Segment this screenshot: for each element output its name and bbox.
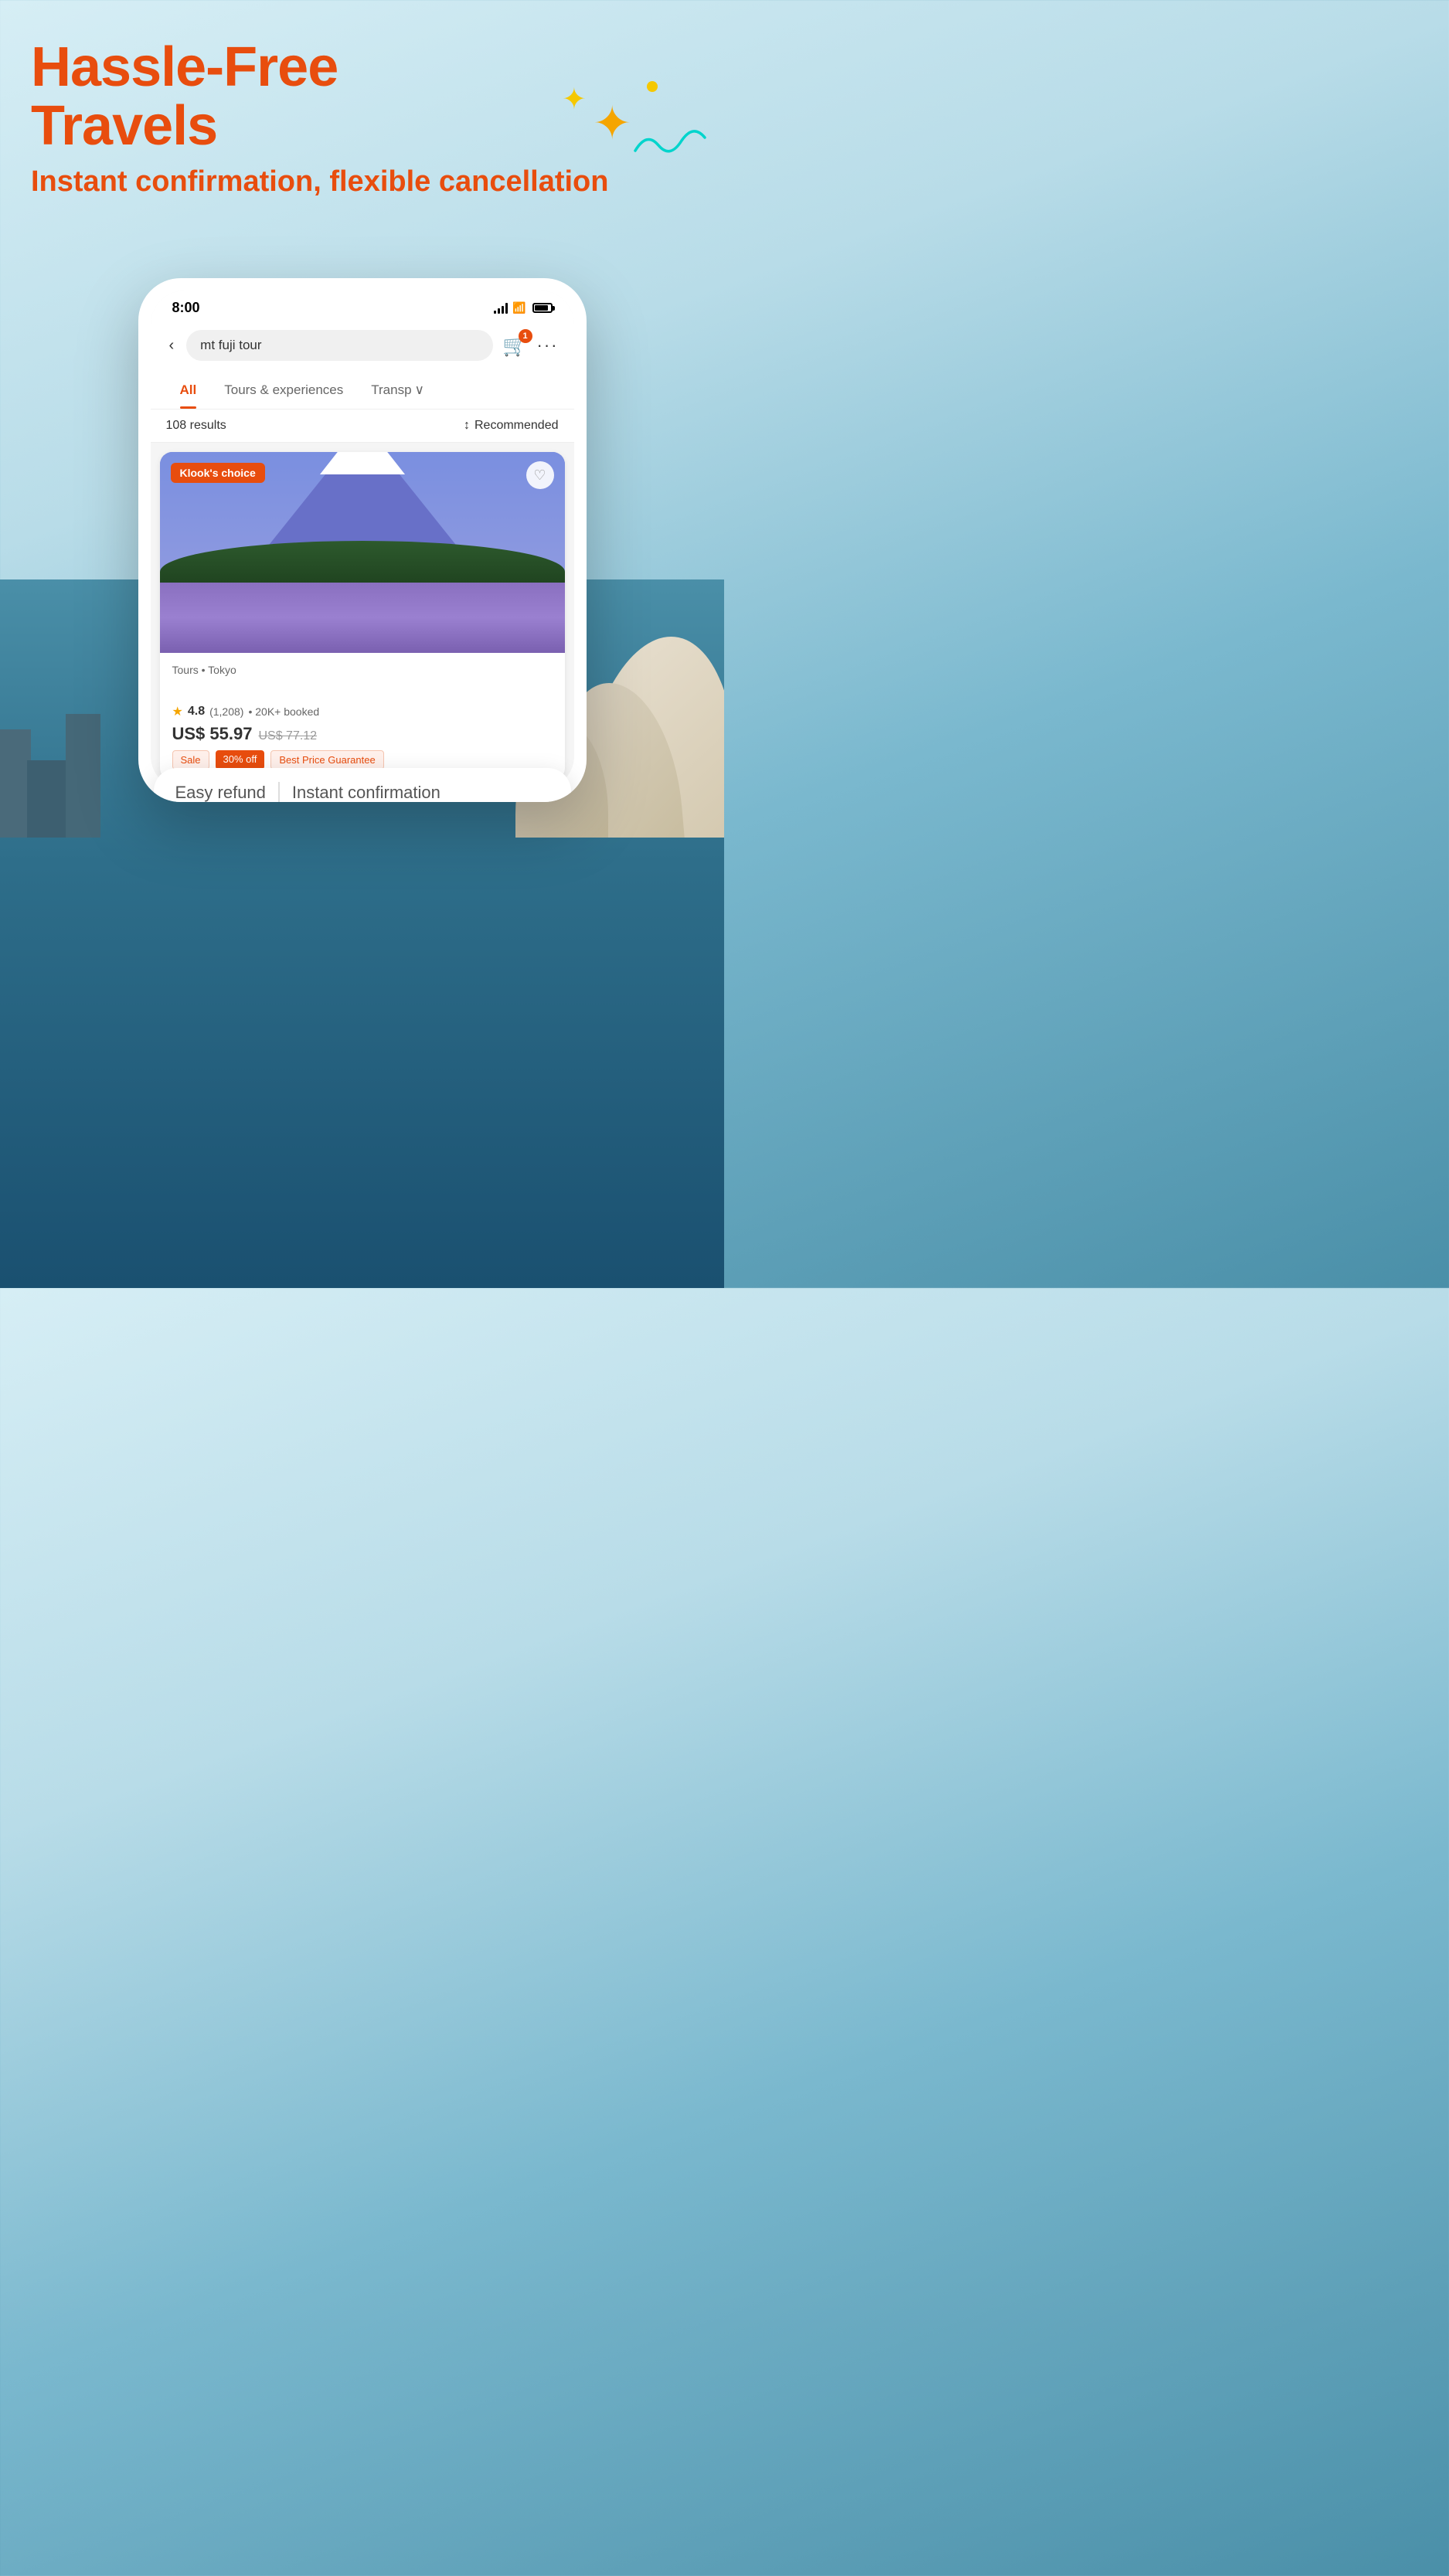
cart-badge: 1: [519, 329, 532, 343]
lavender-field: [160, 583, 565, 653]
badge-row: Sale 30% off Best Price Guarantee: [172, 750, 553, 770]
snow-cap: [320, 452, 405, 474]
card-content: Easy refund Instant confirmation Tours •…: [160, 653, 565, 780]
product-card[interactable]: Klook's choice ♡ Easy refund Instant con…: [160, 452, 565, 780]
subtitle: Instant confirmation, flexible cancellat…: [31, 165, 608, 200]
wave-decoration: [631, 124, 709, 162]
dot-decoration: [647, 81, 658, 92]
phone-frame: 8:00 📶 ‹ mt fuji tour: [138, 278, 587, 802]
cart-button[interactable]: 🛒 1: [502, 334, 527, 358]
sort-button[interactable]: ↕ Recommended: [464, 419, 559, 433]
phone-mockup: 8:00 📶 ‹ mt fuji tour: [138, 278, 587, 802]
rating-score: 4.8: [188, 705, 205, 719]
feature-pills: Easy refund Instant confirmation: [160, 768, 565, 780]
wifi-icon: 📶: [512, 301, 526, 314]
phone-screen: 8:00 📶 ‹ mt fuji tour: [151, 291, 574, 790]
tab-transport[interactable]: Transp ∨: [357, 372, 438, 409]
discount-badge: 30% off: [216, 750, 265, 770]
sort-icon: ↕: [464, 419, 470, 433]
tab-all[interactable]: All: [166, 372, 211, 409]
original-price: US$ 77.12: [258, 729, 317, 743]
battery-icon: [532, 303, 553, 313]
card-category: Tours • Tokyo: [172, 664, 553, 676]
signal-icon: [494, 303, 508, 314]
tabs-bar: All Tours & experiences Transp ∨: [151, 372, 574, 410]
results-count: 108 results: [166, 419, 226, 433]
star-icon: ★: [172, 704, 183, 719]
search-input[interactable]: mt fuji tour: [186, 330, 493, 361]
buildings: [0, 698, 108, 838]
status-icons: 📶: [494, 301, 552, 314]
current-price: US$ 55.97: [172, 724, 253, 744]
heart-icon: ♡: [533, 467, 546, 484]
rating-section: ★ 4.8 (1,208) • 20K+ booked: [172, 681, 553, 719]
results-bar: 108 results ↕ Recommended: [151, 410, 574, 443]
sort-label: Recommended: [474, 419, 559, 433]
status-time: 8:00: [172, 300, 200, 316]
booked-count: • 20K+ booked: [248, 705, 319, 718]
klook-choice-badge: Klook's choice: [171, 463, 265, 483]
rating-count: (1,208): [209, 705, 243, 718]
back-button[interactable]: ‹: [166, 334, 178, 358]
card-image: Klook's choice ♡: [160, 452, 565, 653]
search-bar: ‹ mt fuji tour 🛒 1 ···: [151, 322, 574, 372]
status-bar: 8:00 📶: [151, 291, 574, 322]
header-section: Hassle-Free Travels Instant confirmation…: [31, 39, 608, 200]
chevron-down-icon: ∨: [415, 382, 424, 398]
sale-badge: Sale: [172, 750, 209, 770]
price-section: US$ 55.97 US$ 77.12: [172, 724, 553, 744]
more-button[interactable]: ···: [537, 335, 559, 355]
card-list: Klook's choice ♡ Easy refund Instant con…: [151, 443, 574, 790]
best-price-badge: Best Price Guarantee: [270, 750, 383, 770]
tab-tours[interactable]: Tours & experiences: [210, 372, 357, 409]
wishlist-button[interactable]: ♡: [526, 461, 554, 489]
main-title: Hassle-Free Travels: [31, 39, 608, 155]
